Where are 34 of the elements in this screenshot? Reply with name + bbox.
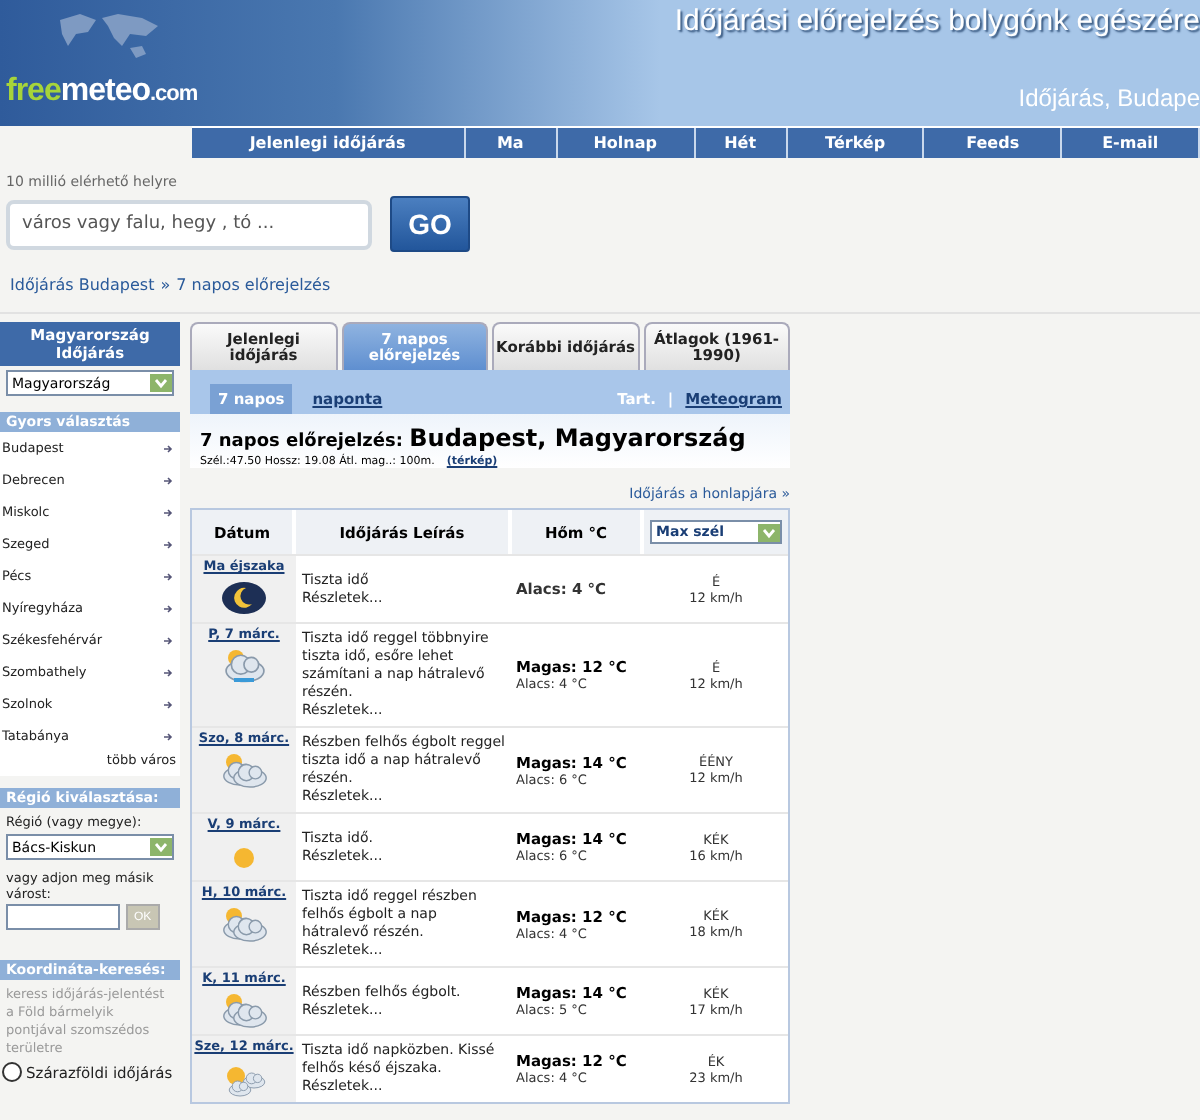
nav-link[interactable]: Hét [695,128,788,158]
dropdown-arrow-icon [150,374,172,392]
sun-cloud-icon [218,902,270,946]
site-tagline: Időjárási előrejelzés bolygónk egészére [674,4,1200,38]
dropdown-arrow-icon [758,523,780,541]
moon-icon [218,576,270,620]
search-field[interactable]: város vagy falu, hegy , tó ... [6,199,372,249]
arrow-icon [164,667,174,677]
nav-link[interactable]: Térkép [787,128,925,158]
nav-link[interactable]: Ma [465,128,558,158]
arrow-icon [164,635,174,645]
go-button[interactable]: GO [390,196,470,252]
arrow-icon [164,475,174,485]
arrow-icon [164,539,174,549]
arrow-icon [164,731,174,741]
site-logo[interactable]: freemeteo.com [6,74,192,110]
nav-link[interactable]: Holnap [557,128,695,158]
nav-link[interactable]: Feeds [924,128,1063,158]
location-title: Időjárás, Budape [1018,84,1200,112]
arrow-icon [164,699,174,709]
arrow-icon [164,443,174,453]
dropdown-arrow-icon [150,838,172,856]
nav-link[interactable]: E-mail [1062,128,1200,158]
nav-link[interactable]: Jelenlegi időjárás [192,128,466,158]
arrow-icon [164,603,174,613]
sun-cloud-icon [218,748,270,792]
breadcrumb-separator: » [160,276,171,294]
breadcrumb-link[interactable]: 7 napos előrejelzés [176,276,331,294]
city-field[interactable] [6,904,120,930]
sun-cloud-icon [218,988,270,1032]
arrow-icon [164,507,174,517]
forecast-heading: 7 napos előrejelzés: Budapest, Magyarország [200,424,748,452]
breadcrumb-link[interactable]: Időjárás Budapest [10,276,155,294]
arrow-icon [164,571,174,581]
